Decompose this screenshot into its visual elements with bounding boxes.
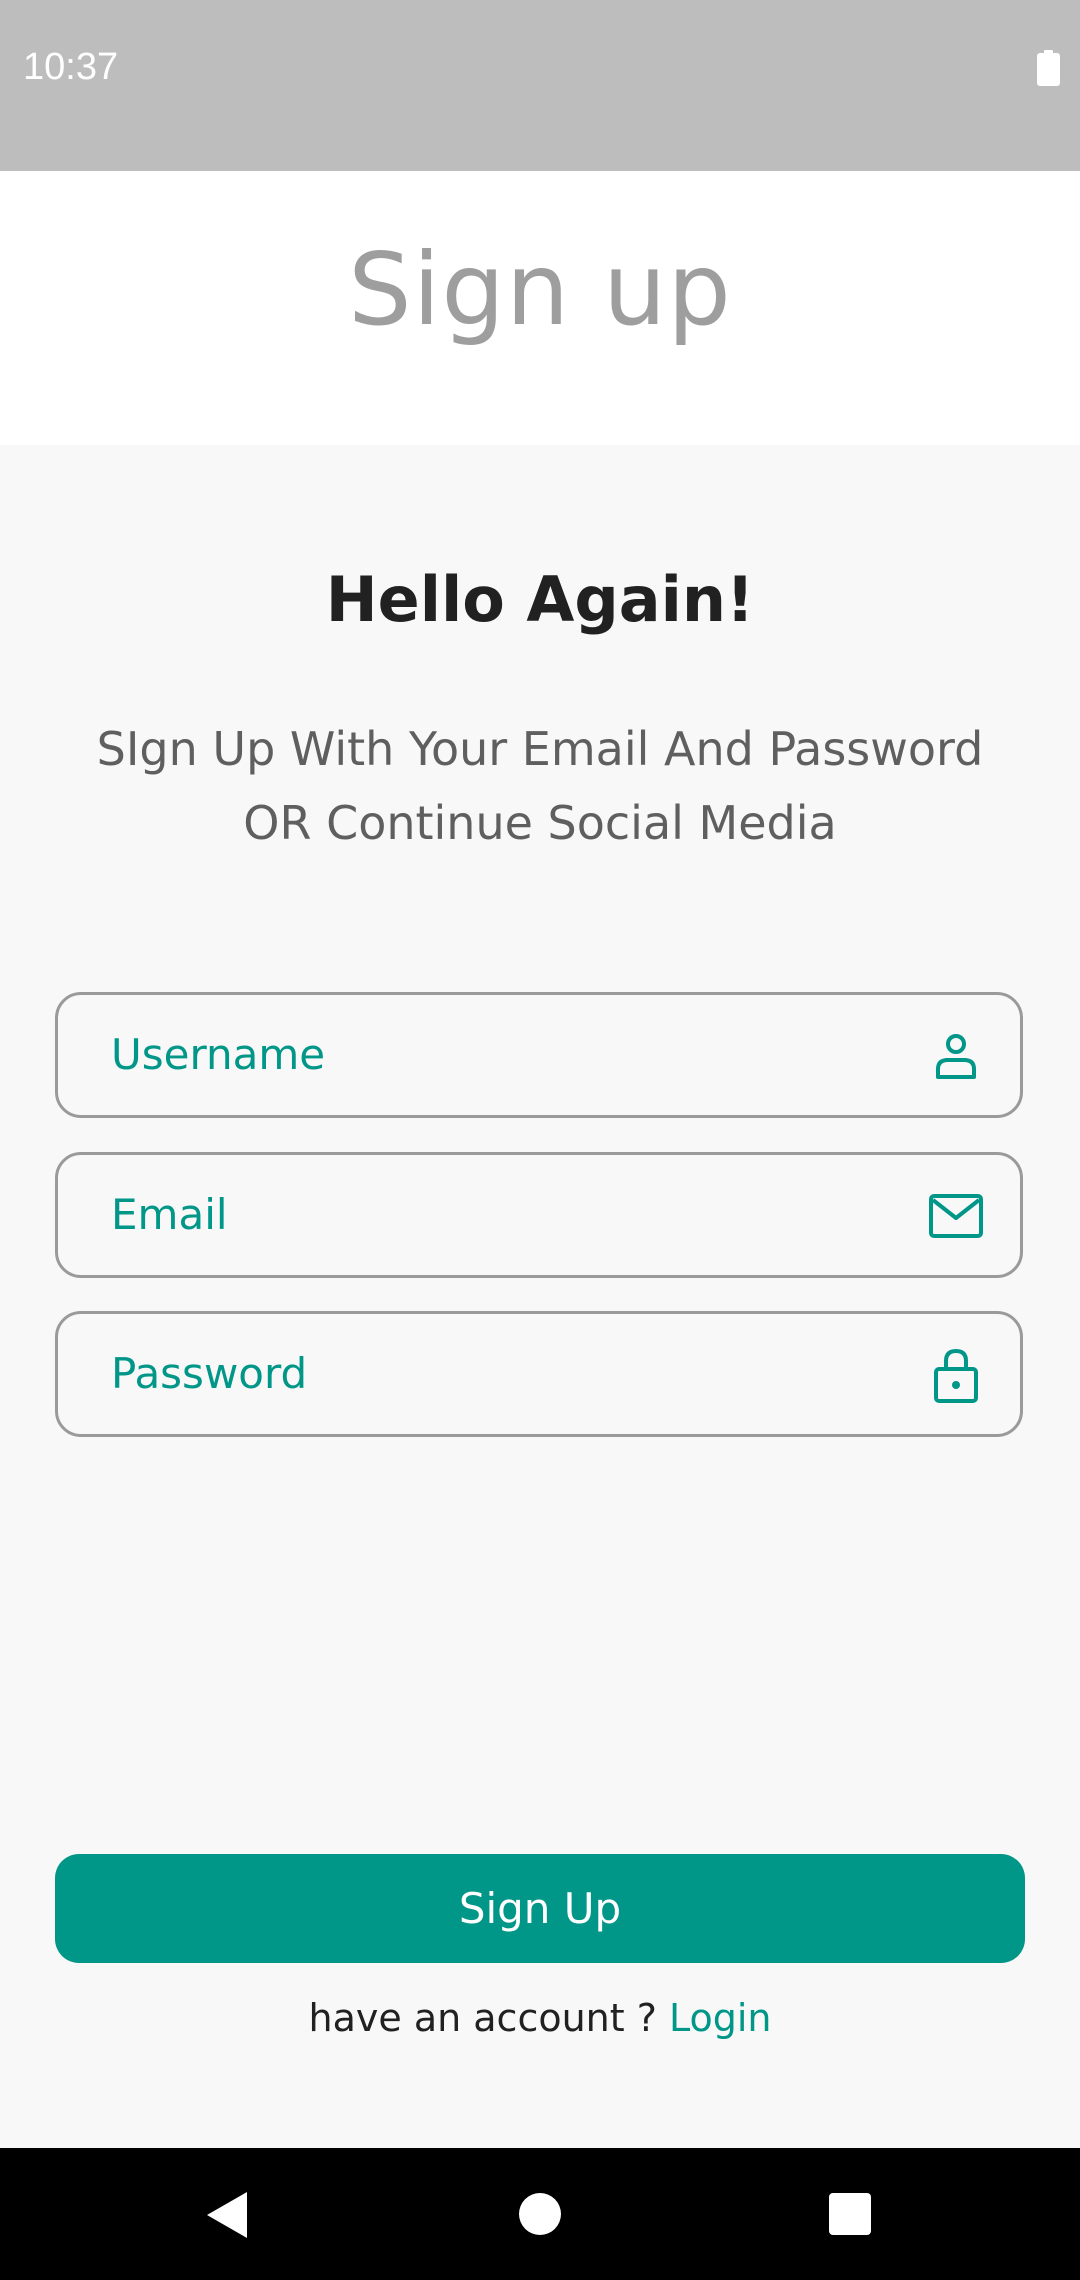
navigation-bar: [0, 2148, 1080, 2280]
greeting-heading: Hello Again!: [325, 563, 755, 636]
home-icon[interactable]: [519, 2193, 561, 2235]
battery-icon: [1037, 50, 1060, 86]
email-placeholder: Email: [111, 1190, 228, 1239]
signup-instructions-line-2: OR Continue Social Media: [243, 796, 837, 850]
page-title: Sign up: [348, 231, 732, 348]
mail-icon: [929, 1194, 983, 1238]
login-link[interactable]: Login: [669, 1996, 772, 2040]
email-field[interactable]: Email: [55, 1152, 1023, 1278]
password-field[interactable]: Password: [55, 1311, 1023, 1437]
username-placeholder: Username: [111, 1030, 326, 1079]
person-icon: [936, 1034, 976, 1079]
signup-button[interactable]: Sign Up: [55, 1854, 1025, 1963]
login-prompt-text: have an account ?: [308, 1996, 669, 2040]
recents-icon[interactable]: [829, 2193, 871, 2235]
signup-instructions-line-1: SIgn Up With Your Email And Password: [96, 722, 984, 776]
lock-icon: [934, 1348, 978, 1403]
status-bar: 10:37: [0, 0, 1080, 171]
username-field[interactable]: Username: [55, 992, 1023, 1118]
signup-instructions: SIgn Up With Your Email And Password OR …: [60, 712, 1020, 860]
back-icon[interactable]: [207, 2192, 247, 2238]
login-prompt: have an account ? Login: [0, 1996, 1080, 2040]
password-placeholder: Password: [111, 1349, 308, 1398]
status-time: 10:37: [23, 46, 119, 88]
app-bar: Sign up: [0, 171, 1080, 445]
